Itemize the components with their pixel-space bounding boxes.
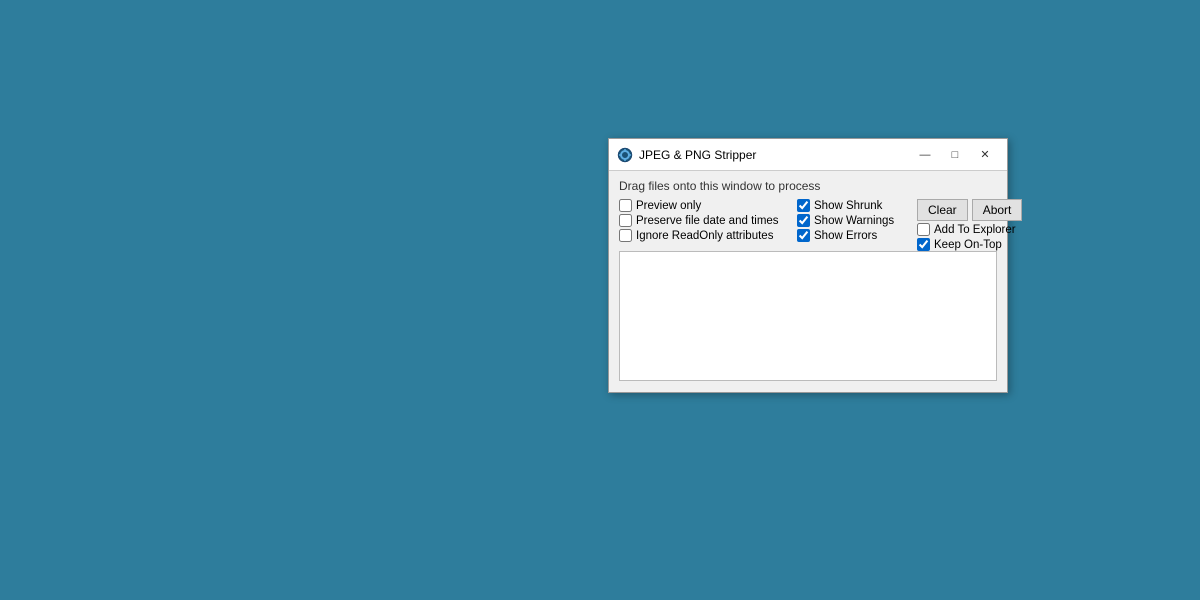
show-errors-label[interactable]: Show Errors [797,229,917,242]
keep-on-top-checkbox[interactable] [917,238,930,251]
window-title: JPEG & PNG Stripper [639,148,756,162]
window-controls: — □ ✕ [911,145,999,165]
minimize-button[interactable]: — [911,145,939,165]
show-shrunk-checkbox[interactable] [797,199,810,212]
title-left: JPEG & PNG Stripper [617,147,756,163]
ignore-readonly-checkbox[interactable] [619,229,632,242]
controls-area: Preview only Preserve file date and time… [619,199,997,251]
add-to-explorer-checkbox[interactable] [917,223,930,236]
preserve-file-label[interactable]: Preserve file date and times [619,214,797,227]
left-checkboxes: Preview only Preserve file date and time… [619,199,797,251]
output-textarea[interactable] [619,251,997,381]
title-bar: JPEG & PNG Stripper — □ ✕ [609,139,1007,171]
show-shrunk-label[interactable]: Show Shrunk [797,199,917,212]
preserve-file-checkbox[interactable] [619,214,632,227]
preview-only-label[interactable]: Preview only [619,199,797,212]
ignore-readonly-label[interactable]: Ignore ReadOnly attributes [619,229,797,242]
main-window: JPEG & PNG Stripper — □ ✕ Drag files ont… [608,138,1008,393]
close-button[interactable]: ✕ [971,145,999,165]
show-warnings-checkbox[interactable] [797,214,810,227]
abort-button[interactable]: Abort [972,199,1023,221]
show-warnings-label[interactable]: Show Warnings [797,214,917,227]
right-controls: Clear Abort Add To Explorer Keep On-Top [917,199,1022,251]
window-body: Drag files onto this window to process P… [609,171,1007,392]
show-errors-checkbox[interactable] [797,229,810,242]
add-to-explorer-label[interactable]: Add To Explorer [917,223,1016,236]
mid-checkboxes: Show Shrunk Show Warnings Show Errors [797,199,917,251]
app-icon [617,147,633,163]
drag-label: Drag files onto this window to process [619,179,997,193]
keep-on-top-label[interactable]: Keep On-Top [917,238,1002,251]
action-buttons-row: Clear Abort [917,199,1022,221]
clear-button[interactable]: Clear [917,199,968,221]
preview-only-checkbox[interactable] [619,199,632,212]
maximize-button[interactable]: □ [941,145,969,165]
